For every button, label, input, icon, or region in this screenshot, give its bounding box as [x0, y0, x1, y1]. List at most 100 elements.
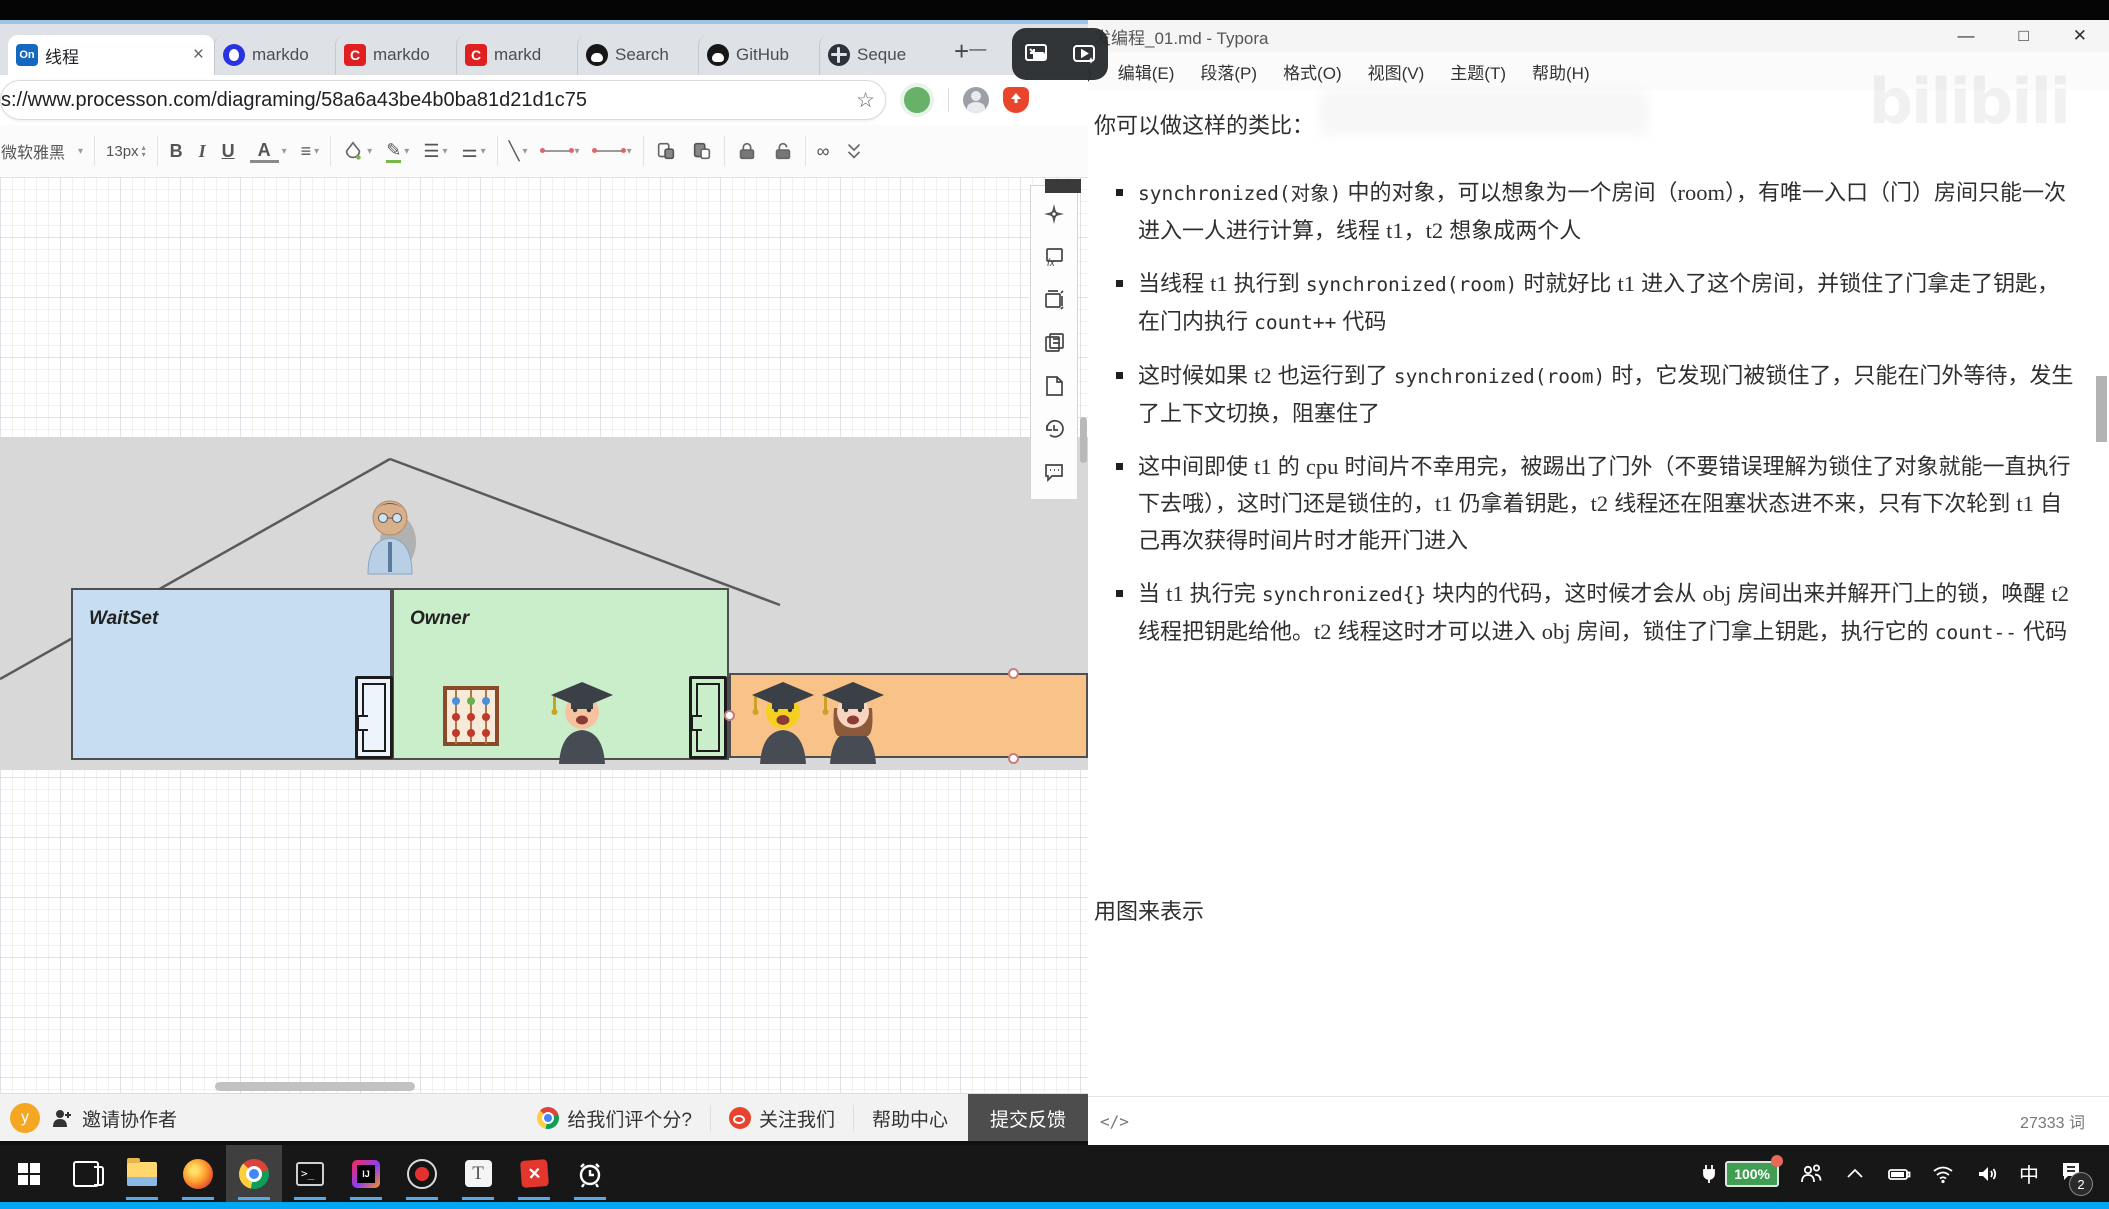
link-icon[interactable]: ∞ [810, 141, 837, 162]
owner-label: Owner [410, 608, 727, 630]
minimize-button[interactable]: — [1957, 26, 1974, 46]
battery-icon[interactable] [1887, 1162, 1911, 1186]
send-back-icon[interactable] [684, 140, 720, 162]
person-figure[interactable] [350, 482, 432, 577]
pan-tool-icon[interactable] [1042, 202, 1066, 226]
extension-green-icon[interactable] [900, 83, 934, 117]
fill-color-icon[interactable]: ▾ [335, 140, 379, 162]
url-bar[interactable]: s://www.processon.com/diagraming/58a6a43… [0, 80, 886, 120]
line-icon[interactable]: ▾ [535, 146, 587, 157]
help-center-button[interactable]: 帮助中心 [854, 1094, 966, 1142]
source-code-mode-icon[interactable]: </> [1100, 1112, 1129, 1131]
menu-item[interactable]: 视图(V) [1368, 59, 1425, 84]
menu-item[interactable]: 格式(O) [1283, 59, 1342, 84]
close-button[interactable]: ✕ [2073, 26, 2087, 46]
alarm-clock-icon[interactable] [562, 1145, 618, 1202]
browser-tab[interactable]: markd [456, 35, 577, 75]
markdown-content[interactable]: 你可以做这样的类比： synchronized(对象) 中的对象，可以想象为一个… [1088, 90, 2109, 926]
browser-tab[interactable]: GitHub [698, 35, 819, 75]
chrome-icon[interactable] [226, 1145, 282, 1202]
recorder-icon[interactable] [394, 1145, 450, 1202]
task-view-button[interactable] [58, 1145, 114, 1202]
font-size-stepper[interactable]: 13px ▴▾ [99, 143, 153, 160]
student-emoji[interactable] [547, 674, 617, 764]
typora-icon[interactable] [450, 1145, 506, 1202]
menu-item[interactable]: 段落(P) [1200, 59, 1257, 84]
avatar[interactable]: y [10, 1103, 40, 1133]
student-girl-emoji[interactable] [818, 674, 888, 764]
maximize-button[interactable]: □ [2018, 26, 2028, 46]
slides-icon[interactable] [1042, 331, 1066, 355]
red-x-app-icon[interactable] [506, 1145, 562, 1202]
italic-button[interactable]: I [191, 141, 214, 162]
menu-item[interactable]: 帮助(H) [1532, 59, 1590, 84]
firefox-icon[interactable] [170, 1145, 226, 1202]
menu-item[interactable]: 主题(T) [1450, 59, 1506, 84]
ime-indicator[interactable]: 中 [2019, 1159, 2039, 1188]
line2-icon[interactable]: ▾ [587, 146, 639, 157]
align-button[interactable]: ≡▾ [294, 141, 327, 162]
unlock-icon[interactable] [765, 140, 801, 162]
stepper-arrows-icon[interactable]: ▴▾ [142, 144, 146, 158]
connector-icon[interactable]: ╲▾ [502, 141, 535, 162]
diagram-canvas[interactable]: WaitSet Owner [0, 177, 1088, 1093]
underline-button[interactable]: U [214, 141, 243, 162]
browser-tab[interactable]: 线程× [8, 35, 214, 75]
pip-icon[interactable] [1023, 41, 1049, 67]
canvas-scrollbar-thumb[interactable] [1045, 179, 1081, 193]
wifi-icon[interactable] [1931, 1162, 1955, 1186]
shield-icon[interactable] [1003, 87, 1029, 113]
minimize-button[interactable]: — [969, 39, 986, 59]
format-fx-icon[interactable]: fx [1042, 245, 1066, 269]
video-sparkle-icon[interactable] [1071, 41, 1097, 67]
rate-us-button[interactable]: 给我们评个分? [519, 1094, 710, 1142]
browser-tab[interactable]: Seque [819, 35, 940, 75]
canvas-vertical-scrollbar[interactable] [1080, 417, 1087, 463]
comment-icon[interactable] [1042, 460, 1066, 484]
submit-feedback-button[interactable]: 提交反馈 [968, 1094, 1088, 1142]
student-yellow-emoji[interactable] [748, 674, 818, 764]
text-segment: 想象成两个人 [1443, 218, 1581, 243]
profile-icon[interactable] [963, 87, 989, 113]
browser-tab[interactable]: markdo [214, 35, 335, 75]
abacus-icon[interactable] [442, 685, 500, 751]
canvas-horizontal-scrollbar[interactable] [215, 1082, 415, 1091]
history-icon[interactable] [1042, 417, 1066, 441]
bring-front-icon[interactable] [648, 140, 684, 162]
new-tab-button[interactable]: + [954, 36, 969, 67]
waitset-room[interactable]: WaitSet [71, 588, 392, 760]
intellij-icon[interactable] [338, 1145, 394, 1202]
lock-icon[interactable] [729, 140, 765, 162]
font-color-button[interactable]: A ▾ [243, 140, 294, 163]
line-style-icon[interactable]: ☰▾ [416, 141, 454, 162]
pen-color-icon[interactable]: ✎▾ [379, 140, 416, 163]
bold-button[interactable]: B [162, 141, 191, 162]
dash-style-icon[interactable]: ⚌▾ [455, 141, 493, 162]
text-segment: obj [1542, 619, 1571, 644]
star-icon[interactable]: ☆ [856, 88, 885, 113]
selection-handle[interactable] [1008, 753, 1019, 764]
tab-close-icon[interactable]: × [191, 44, 206, 66]
menu-item[interactable]: 编辑(E) [1118, 59, 1175, 84]
door-icon[interactable] [355, 676, 393, 759]
file-explorer-icon[interactable] [114, 1145, 170, 1202]
selection-handle[interactable] [1008, 668, 1019, 679]
volume-icon[interactable] [1975, 1162, 1999, 1186]
more-tools-icon[interactable] [836, 140, 872, 162]
new-page-icon[interactable] [1042, 374, 1066, 398]
typora-scrollbar-thumb[interactable] [2096, 376, 2107, 442]
follow-us-button[interactable]: 关注我们 [711, 1094, 853, 1142]
notification-icon[interactable]: 2 [2059, 1159, 2083, 1188]
browser-tab[interactable]: markdo [335, 35, 456, 75]
door-icon[interactable] [689, 676, 727, 759]
browser-tab[interactable]: Search [577, 35, 698, 75]
resize-page-icon[interactable] [1042, 288, 1066, 312]
invite-collaborator-button[interactable]: 邀请协作者 [82, 1105, 177, 1132]
chevron-up-icon[interactable] [1843, 1162, 1867, 1186]
selection-handle[interactable] [724, 710, 735, 721]
terminal-icon[interactable] [282, 1145, 338, 1202]
people-icon[interactable] [1799, 1162, 1823, 1186]
font-select[interactable]: 微软雅黑 ▾ [0, 139, 90, 163]
battery-widget[interactable]: 100% [1697, 1161, 1779, 1187]
start-button[interactable] [0, 1145, 58, 1202]
